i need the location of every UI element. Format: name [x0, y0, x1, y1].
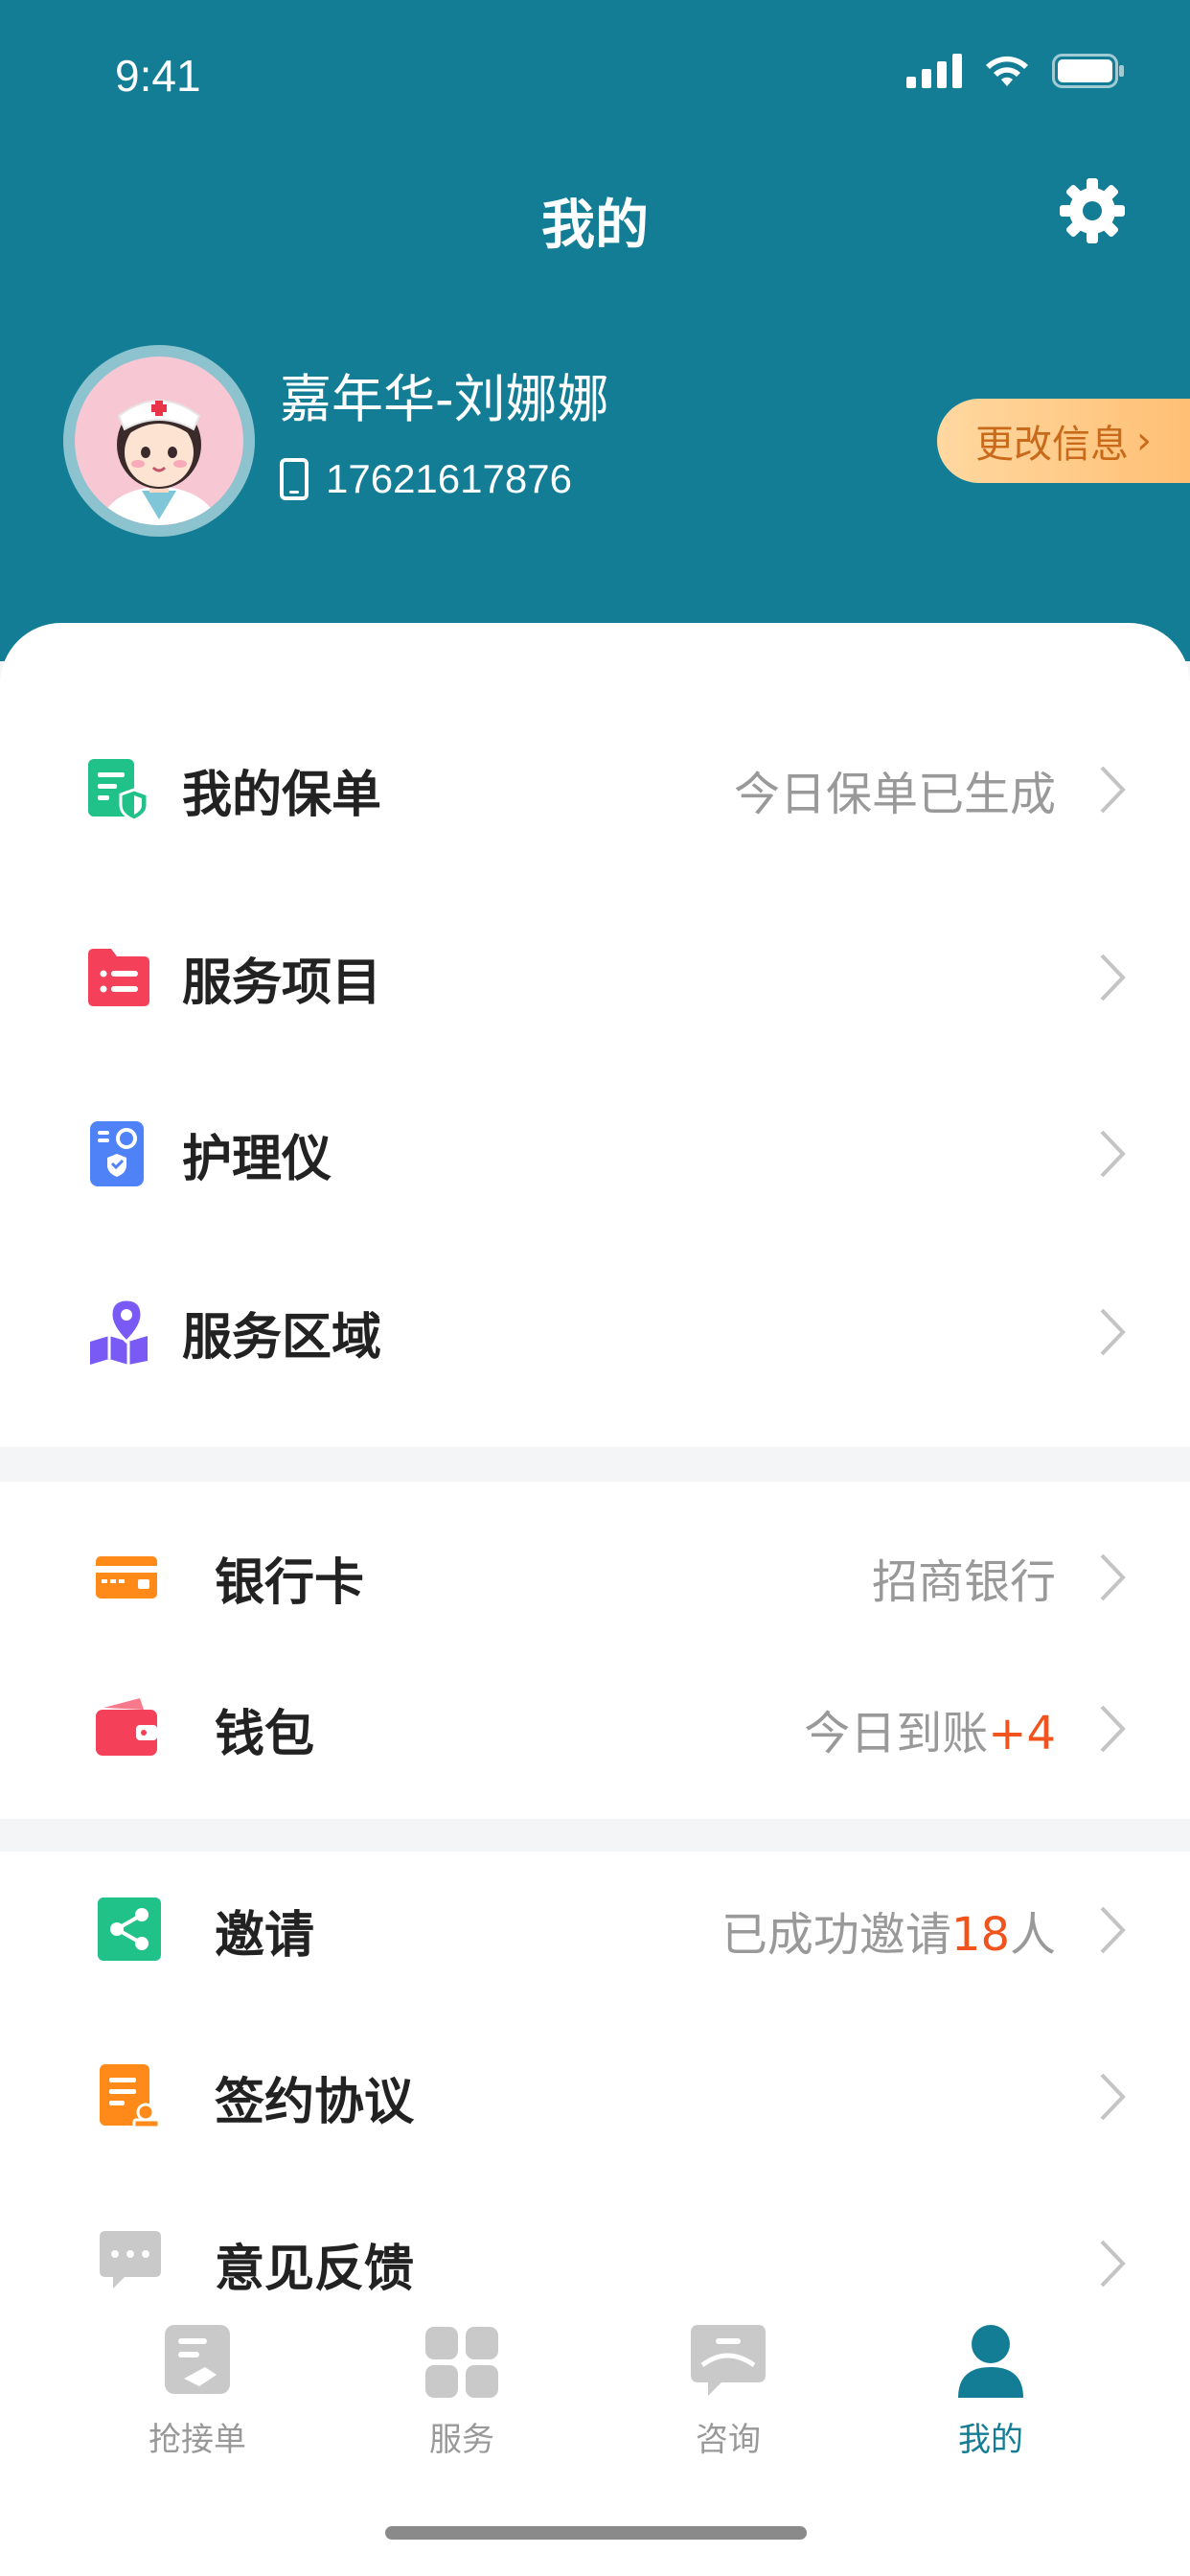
tab-grab-order[interactable]: 抢接单 — [102, 2323, 293, 2460]
nurse-avatar-image — [75, 356, 243, 525]
chevron-right-icon: › — [1136, 419, 1152, 463]
user-profile-icon — [958, 2325, 1023, 2398]
menu-value-invite: 已成功邀请18人 — [721, 1897, 1056, 1964]
menu-item-contract[interactable]: 签约协议 — [0, 2039, 1190, 2154]
chevron-right-icon — [1100, 1130, 1126, 1178]
status-icons — [906, 54, 1125, 88]
menu-item-wallet[interactable]: 钱包 今日到账+4 — [0, 1671, 1190, 1786]
invite-value-count: 18 — [950, 1908, 1010, 1962]
feedback-chat-icon — [100, 2231, 161, 2288]
service-grid-icon — [425, 2327, 498, 2398]
menu-label-feedback: 意见反馈 — [215, 2240, 415, 2298]
map-pin-icon — [90, 1298, 148, 1365]
menu-label-service-area: 服务区域 — [182, 1308, 382, 1367]
profile-header: 9:41 我的 嘉年华-刘娜娜 17621617876 更改信息 › — [0, 0, 1190, 661]
tab-label-grab-order: 抢接单 — [149, 2421, 246, 2459]
chevron-right-icon — [1100, 766, 1126, 814]
menu-value-bank-card: 招商银行 — [871, 1555, 1056, 1609]
chevron-right-icon — [1100, 1308, 1126, 1356]
chevron-right-icon — [1100, 954, 1126, 1001]
finance-section: 银行卡 招商银行 钱包 今日到账+4 — [0, 1482, 1190, 1819]
phone-icon — [280, 458, 309, 500]
invite-value-suffix: 人 — [1009, 1908, 1056, 1962]
folder-list-icon — [88, 949, 149, 1006]
chevron-right-icon — [1100, 2240, 1126, 2288]
menu-label-invite: 邀请 — [215, 1906, 315, 1965]
menu-value-wallet: 今日到账+4 — [804, 1695, 1056, 1762]
menu-item-service-items[interactable]: 服务项目 — [0, 920, 1190, 1035]
other-section: 邀请 已成功邀请18人 签约协议 意见反馈 — [0, 1852, 1190, 2331]
chevron-right-icon — [1100, 1906, 1126, 1954]
grab-order-icon — [165, 2325, 230, 2394]
menu-label-policy: 我的保单 — [182, 766, 382, 824]
menu-label-bank-card: 银行卡 — [215, 1553, 365, 1612]
chevron-right-icon — [1100, 1705, 1126, 1753]
tab-service[interactable]: 服务 — [366, 2323, 558, 2460]
signal-icon — [906, 54, 962, 88]
menu-item-invite[interactable]: 邀请 已成功邀请18人 — [0, 1873, 1190, 1988]
settings-gear-icon[interactable] — [1058, 176, 1127, 245]
avatar[interactable] — [63, 345, 255, 537]
tab-consult[interactable]: 咨询 — [632, 2323, 824, 2460]
menu-label-wallet: 钱包 — [215, 1705, 315, 1763]
tab-label-service: 服务 — [429, 2421, 494, 2459]
menu-item-service-area[interactable]: 服务区域 — [0, 1275, 1190, 1390]
menu-label-care-device: 护理仪 — [182, 1130, 332, 1188]
home-indicator[interactable] — [385, 2526, 807, 2540]
menu-label-contract: 签约协议 — [215, 2073, 415, 2131]
invite-value-prefix: 已成功邀请 — [721, 1908, 951, 1962]
edit-info-button[interactable]: 更改信息 › — [937, 399, 1190, 483]
tab-my[interactable]: 我的 — [895, 2323, 1087, 2460]
tab-label-consult: 咨询 — [696, 2421, 761, 2459]
edit-info-label: 更改信息 — [975, 423, 1129, 467]
share-icon — [98, 1898, 161, 1961]
menu-item-bank-card[interactable]: 银行卡 招商银行 — [0, 1520, 1190, 1635]
phone-number: 17621617876 — [326, 456, 572, 501]
consult-chat-icon — [691, 2325, 766, 2396]
wallet-value-text: 今日到账 — [804, 1707, 989, 1760]
policy-shield-icon — [88, 759, 149, 822]
contract-icon — [100, 2064, 161, 2129]
menu-value-policy: 今日保单已生成 — [733, 768, 1056, 821]
tab-label-my: 我的 — [958, 2421, 1023, 2459]
main-menu-card: 我的保单 今日保单已生成 服务项目 护理仪 服务区域 — [0, 623, 1190, 1447]
battery-icon — [1052, 54, 1124, 88]
wifi-icon — [986, 56, 1028, 86]
menu-item-policy[interactable]: 我的保单 今日保单已生成 — [0, 732, 1190, 847]
wallet-icon — [96, 1698, 157, 1756]
wallet-value-highlight: +4 — [988, 1707, 1056, 1760]
chevron-right-icon — [1100, 1553, 1126, 1601]
phone-row: 17621617876 — [280, 456, 572, 502]
status-time: 9:41 — [115, 51, 201, 101]
menu-item-care-device[interactable]: 护理仪 — [0, 1096, 1190, 1211]
page-title: 我的 — [541, 195, 649, 257]
menu-label-service-items: 服务项目 — [182, 954, 382, 1012]
chevron-right-icon — [1100, 2073, 1126, 2121]
bank-card-icon — [96, 1556, 157, 1598]
camera-device-icon — [90, 1121, 144, 1186]
user-name: 嘉年华-刘娜娜 — [280, 369, 609, 429]
